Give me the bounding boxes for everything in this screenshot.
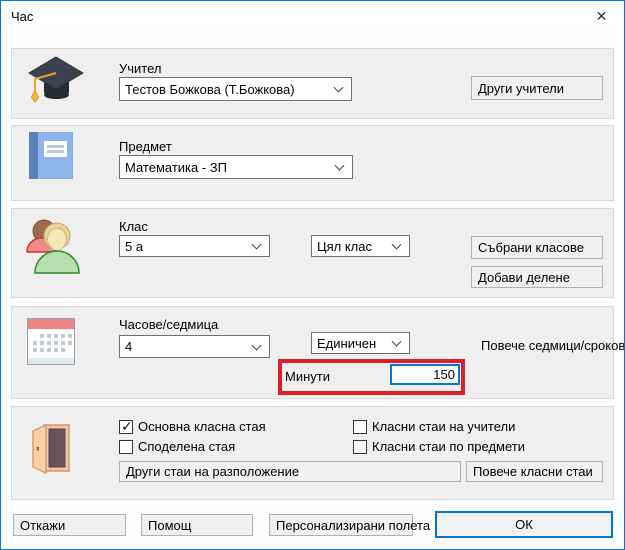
section-rooms: Основна класна стая Споделена стая Класн… (11, 406, 614, 500)
periods-select[interactable]: 4 (119, 335, 270, 358)
subject-select-value: Математика - ЗП (125, 160, 227, 175)
chevron-down-icon (392, 337, 402, 347)
add-division-button[interactable]: Добави делене (471, 266, 603, 288)
titlebar: Час ✕ (1, 1, 624, 31)
subject-label: Предмет (119, 139, 172, 154)
section-subject: Предмет Математика - ЗП (11, 125, 614, 201)
cancel-button[interactable]: Откажи (13, 514, 126, 536)
window-title: Час (1, 9, 33, 24)
custom-fields-button[interactable]: Персонализирани полета (269, 514, 413, 536)
subject-rooms-checkrow[interactable]: Класни стаи по предмети (353, 439, 525, 454)
section-periods: Часове/седмица 4 Единичен Повече седмици… (11, 306, 614, 399)
more-weeks-label[interactable]: Повече седмици/сроков (481, 338, 625, 353)
teacher-select-value: Тестов Божкова (Т.Божкова) (125, 82, 295, 97)
book-icon (29, 132, 73, 179)
help-button[interactable]: Помощ (141, 514, 253, 536)
chevron-down-icon (335, 161, 345, 171)
chevron-down-icon (392, 240, 402, 250)
minutes-input[interactable] (390, 364, 460, 385)
class-select[interactable]: 5 а (119, 235, 270, 257)
home-classroom-checkbox[interactable] (119, 420, 133, 434)
chevron-down-icon (334, 83, 344, 93)
teacher-rooms-label: Класни стаи на учители (372, 419, 515, 434)
period-type-select[interactable]: Единичен (311, 332, 410, 354)
section-teacher: Учител Тестов Божкова (Т.Божкова) Други … (11, 48, 614, 119)
students-icon (21, 216, 83, 274)
chevron-down-icon (252, 340, 262, 350)
joint-classes-button[interactable]: Събрани класове (471, 236, 603, 259)
teacher-rooms-checkrow[interactable]: Класни стаи на учители (353, 419, 515, 434)
teacher-select[interactable]: Тестов Божкова (Т.Божкова) (119, 77, 352, 101)
shared-room-checkbox[interactable] (119, 440, 133, 454)
other-rooms-button[interactable]: Други стаи на разположение (119, 461, 461, 482)
subject-select[interactable]: Математика - ЗП (119, 155, 353, 179)
home-classroom-label: Основна класна стая (138, 419, 266, 434)
dialog-window: Час ✕ Учител Тестов Божкова (Т.Божкова) … (0, 0, 625, 550)
subject-rooms-checkbox[interactable] (353, 440, 367, 454)
minutes-label: Минути (285, 369, 330, 384)
chevron-down-icon (252, 240, 262, 250)
periods-label: Часове/седмица (119, 317, 218, 332)
home-classroom-checkrow[interactable]: Основна класна стая (119, 419, 266, 434)
calendar-icon (27, 318, 75, 365)
other-teachers-button[interactable]: Други учители (471, 76, 603, 100)
periods-select-value: 4 (125, 339, 132, 354)
more-rooms-button[interactable]: Повече класни стаи (466, 461, 603, 482)
teacher-rooms-checkbox[interactable] (353, 420, 367, 434)
graduation-cap-icon (26, 55, 86, 105)
period-type-value: Единичен (317, 336, 376, 351)
class-scope-value: Цял клас (317, 239, 372, 254)
shared-room-checkrow[interactable]: Споделена стая (119, 439, 235, 454)
shared-room-label: Споделена стая (138, 439, 235, 454)
class-label: Клас (119, 219, 148, 234)
subject-rooms-label: Класни стаи по предмети (372, 439, 525, 454)
section-class: Клас 5 а Цял клас Събрани класове Добави… (11, 208, 614, 298)
ok-button[interactable]: ОК (435, 511, 613, 538)
teacher-label: Учител (119, 61, 162, 76)
class-select-value: 5 а (125, 239, 143, 254)
door-icon (32, 423, 70, 475)
close-icon[interactable]: ✕ (579, 1, 624, 31)
class-scope-select[interactable]: Цял клас (311, 235, 410, 257)
